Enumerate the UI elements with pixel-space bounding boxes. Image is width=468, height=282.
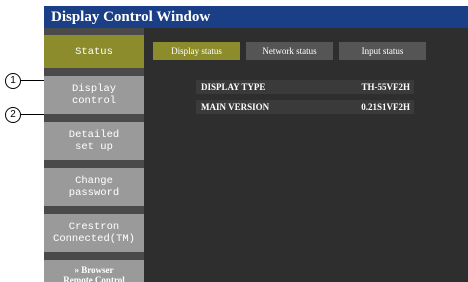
sidebar-item-crestron-connected[interactable]: Crestron Connected(TM): [44, 214, 144, 252]
callout-2-number: 2: [10, 109, 16, 120]
tab-display-status[interactable]: Display status: [153, 42, 240, 60]
main-version-value: 0.21S1VF2H: [361, 102, 410, 112]
sidebar-item-browser-remote-control[interactable]: » Browser Remote Control: [44, 260, 144, 282]
main-content: Display status Network status Input stat…: [144, 28, 468, 282]
sidebar: Status Display control Detailed set up C…: [44, 28, 144, 282]
display-type-label: DISPLAY TYPE: [201, 82, 266, 92]
sidebar-item-detailed-set-up[interactable]: Detailed set up: [44, 122, 144, 160]
callout-2-marker: 2: [5, 107, 21, 123]
sidebar-item-label: Crestron Connected(TM): [53, 221, 135, 245]
display-type-value: TH-55VF2H: [361, 82, 411, 92]
sidebar-item-change-password[interactable]: Change password: [44, 168, 144, 206]
callout-1-marker: 1: [5, 73, 21, 89]
main-version-label: MAIN VERSION: [201, 102, 270, 112]
sidebar-item-display-control[interactable]: Display control: [44, 76, 144, 114]
sidebar-item-label: Change password: [68, 175, 120, 199]
sidebar-item-label: Detailed set up: [68, 129, 120, 153]
window-title: Display Control Window: [44, 6, 468, 28]
tab-input-status[interactable]: Input status: [339, 42, 426, 60]
status-row-main-version: MAIN VERSION 0.21S1VF2H: [196, 100, 414, 114]
sidebar-item-label: Display control: [71, 83, 117, 107]
sidebar-item-status[interactable]: Status: [44, 35, 144, 68]
status-row-display-type: DISPLAY TYPE TH-55VF2H: [196, 80, 414, 94]
sidebar-item-label: Status: [75, 45, 113, 58]
tab-network-status[interactable]: Network status: [246, 42, 333, 60]
display-control-window: Display Control Window Status Display co…: [44, 6, 468, 282]
sidebar-item-label: » Browser Remote Control: [63, 265, 125, 282]
callout-1-number: 1: [10, 75, 16, 86]
